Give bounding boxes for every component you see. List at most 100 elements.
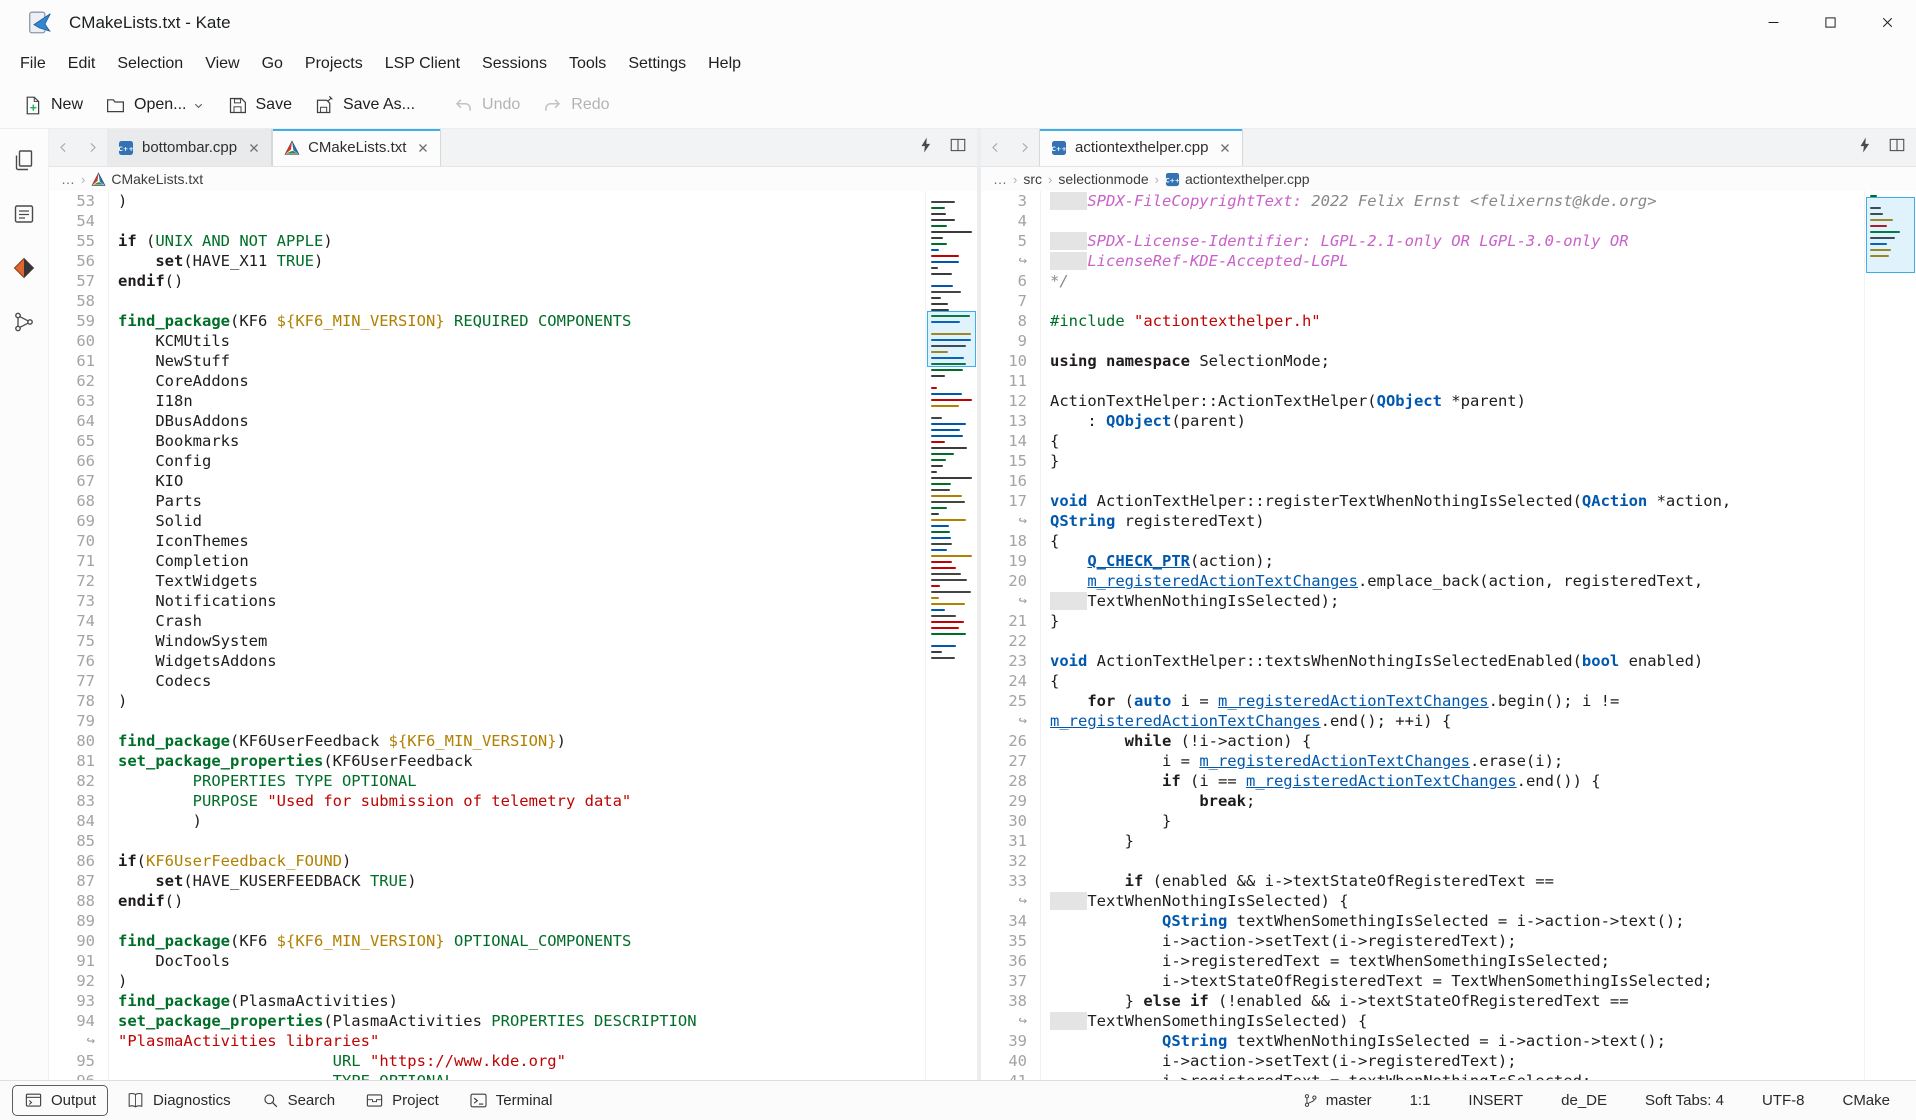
new-button[interactable]: New <box>12 89 93 122</box>
menu-item-selection[interactable]: Selection <box>106 50 194 78</box>
status-master[interactable]: master <box>1302 1092 1372 1109</box>
open-button[interactable]: Open... <box>95 89 214 122</box>
breadcrumb-src[interactable]: src <box>1023 171 1042 187</box>
code-token: set_package_properties <box>118 1012 323 1030</box>
code-token <box>118 1052 333 1070</box>
tab-actiontexthelper-cpp[interactable]: C++actiontexthelper.cpp <box>1039 129 1243 166</box>
code-token: ( <box>137 232 156 250</box>
status-utf-8[interactable]: UTF-8 <box>1762 1092 1805 1109</box>
code-line: 4 <box>981 211 1864 231</box>
sidebar-tool-project[interactable] <box>9 253 39 283</box>
tab-close-icon[interactable] <box>1219 142 1231 154</box>
minimap-viewport[interactable] <box>1866 197 1915 273</box>
line-text <box>109 711 118 731</box>
code-area[interactable]: 3 SPDX-FileCopyrightText: 2022 Felix Ern… <box>981 191 1864 1080</box>
statusbar-terminal-button[interactable]: Terminal <box>457 1085 565 1116</box>
line-number: 60 <box>49 331 109 351</box>
code-area[interactable]: 53)5455if (UNIX AND NOT APPLE)56 set(HAV… <box>49 191 925 1080</box>
breadcrumb-actiontexthelper-cpp[interactable]: C++actiontexthelper.cpp <box>1165 171 1310 187</box>
minimap-scrollbar[interactable] <box>1864 191 1916 1080</box>
status-soft-tabs-4[interactable]: Soft Tabs: 4 <box>1645 1092 1724 1109</box>
tab-cmakelists-txt[interactable]: CMakeLists.txt <box>272 129 441 166</box>
code-line: 66 Config <box>49 451 925 471</box>
menu-item-settings[interactable]: Settings <box>617 50 697 78</box>
quick-open-button[interactable] <box>917 136 935 159</box>
menu-item-sessions[interactable]: Sessions <box>471 50 558 78</box>
minimap-scrollbar[interactable] <box>925 191 977 1080</box>
status-cmake[interactable]: CMake <box>1842 1092 1890 1109</box>
sidebar-tool-filesystem[interactable] <box>9 199 39 229</box>
line-number: 80 <box>49 731 109 751</box>
tab-bottombar-cpp[interactable]: C++bottombar.cpp <box>107 129 272 166</box>
code-line: 86if(KF6UserFeedback_FOUND) <box>49 851 925 871</box>
code-token: I18n <box>118 392 193 410</box>
line-text: for (auto i = m_registeredActionTextChan… <box>1041 691 1619 711</box>
minimap-line <box>931 387 937 389</box>
split-view-button[interactable] <box>949 136 967 159</box>
code-line: 10using namespace SelectionMode; <box>981 351 1864 371</box>
menu-item-file[interactable]: File <box>9 50 57 78</box>
maximize-button[interactable] <box>1802 0 1859 45</box>
line-text: Notifications <box>109 591 277 611</box>
tab-history-back-button[interactable] <box>981 129 1010 166</box>
line-text <box>109 211 118 231</box>
redo-button: Redo <box>532 89 619 122</box>
save-as-button[interactable]: Save As... <box>304 89 425 122</box>
status-de-de[interactable]: de_DE <box>1561 1092 1607 1109</box>
menu-item-lsp-client[interactable]: LSP Client <box>374 50 471 78</box>
minimap-line <box>931 243 947 245</box>
breadcrumb-ellipsis[interactable]: … <box>61 171 75 187</box>
breadcrumb-ellipsis[interactable]: … <box>993 171 1007 187</box>
line-text: Q_CHECK_PTR(action); <box>1041 551 1274 571</box>
statusbar-diagnostics-button[interactable]: Diagnostics <box>114 1085 243 1116</box>
statusbar-search-button[interactable]: Search <box>249 1085 348 1116</box>
menu-item-help[interactable]: Help <box>697 50 752 78</box>
menu-item-edit[interactable]: Edit <box>57 50 107 78</box>
sidebar-tool-documents[interactable] <box>9 145 39 175</box>
tab-close-icon[interactable] <box>248 142 260 154</box>
line-number: 14 <box>981 431 1041 451</box>
tab-history-back-button[interactable] <box>49 129 78 166</box>
split-view-button[interactable] <box>1888 136 1906 159</box>
quick-open-button[interactable] <box>1856 136 1874 159</box>
menu-item-tools[interactable]: Tools <box>558 50 617 78</box>
breadcrumb-cmakelists-txt[interactable]: CMakeLists.txt <box>91 171 203 187</box>
tab-history-forward-button[interactable] <box>78 129 107 166</box>
line-number: 85 <box>49 831 109 851</box>
statusbar-button-label: Terminal <box>496 1092 553 1109</box>
save-icon <box>227 95 248 116</box>
menu-item-go[interactable]: Go <box>251 50 294 78</box>
minimap-viewport[interactable] <box>927 311 976 367</box>
line-text: void ActionTextHelper::textsWhenNothingI… <box>1041 651 1703 671</box>
menu-item-projects[interactable]: Projects <box>294 50 374 78</box>
minimap-line <box>931 567 956 569</box>
statusbar-project-button[interactable]: Project <box>353 1085 451 1116</box>
status-1-1[interactable]: 1:1 <box>1410 1092 1431 1109</box>
tab-close-icon[interactable] <box>417 142 429 154</box>
code-line: ↪ TextWhenSomethingIsSelected) { <box>981 1011 1864 1031</box>
minimize-button[interactable] <box>1745 0 1802 45</box>
status-insert[interactable]: INSERT <box>1468 1092 1523 1109</box>
crumb-label: src <box>1023 171 1042 187</box>
tab-history-forward-button[interactable] <box>1010 129 1039 166</box>
line-text: URL "https://www.kde.org" <box>109 1051 566 1071</box>
minimize-icon <box>1765 14 1782 31</box>
editor-actiontexthelper-cpp: 3 SPDX-FileCopyrightText: 2022 Felix Ern… <box>981 191 1916 1080</box>
close-button[interactable] <box>1859 0 1916 45</box>
code-line: 12ActionTextHelper::ActionTextHelper(QOb… <box>981 391 1864 411</box>
code-token: } <box>1050 612 1059 630</box>
code-line: 74 Crash <box>49 611 925 631</box>
line-text <box>1041 291 1050 311</box>
breadcrumb-selectionmode[interactable]: selectionmode <box>1058 171 1148 187</box>
sidebar-tool-git-graph[interactable] <box>9 307 39 337</box>
minimap-line <box>931 225 947 227</box>
code-line: 67 KIO <box>49 471 925 491</box>
code-line: 26 while (!i->action) { <box>981 731 1864 751</box>
save-button[interactable]: Save <box>217 89 302 122</box>
code-token: ${KF6_MIN_VERSION} <box>277 312 445 330</box>
svg-text:C++: C++ <box>118 145 134 153</box>
line-number: 34 <box>981 911 1041 931</box>
line-text: set_package_properties(KF6UserFeedback <box>109 751 473 771</box>
statusbar-output-button[interactable]: Output <box>12 1085 108 1116</box>
menu-item-view[interactable]: View <box>194 50 250 78</box>
